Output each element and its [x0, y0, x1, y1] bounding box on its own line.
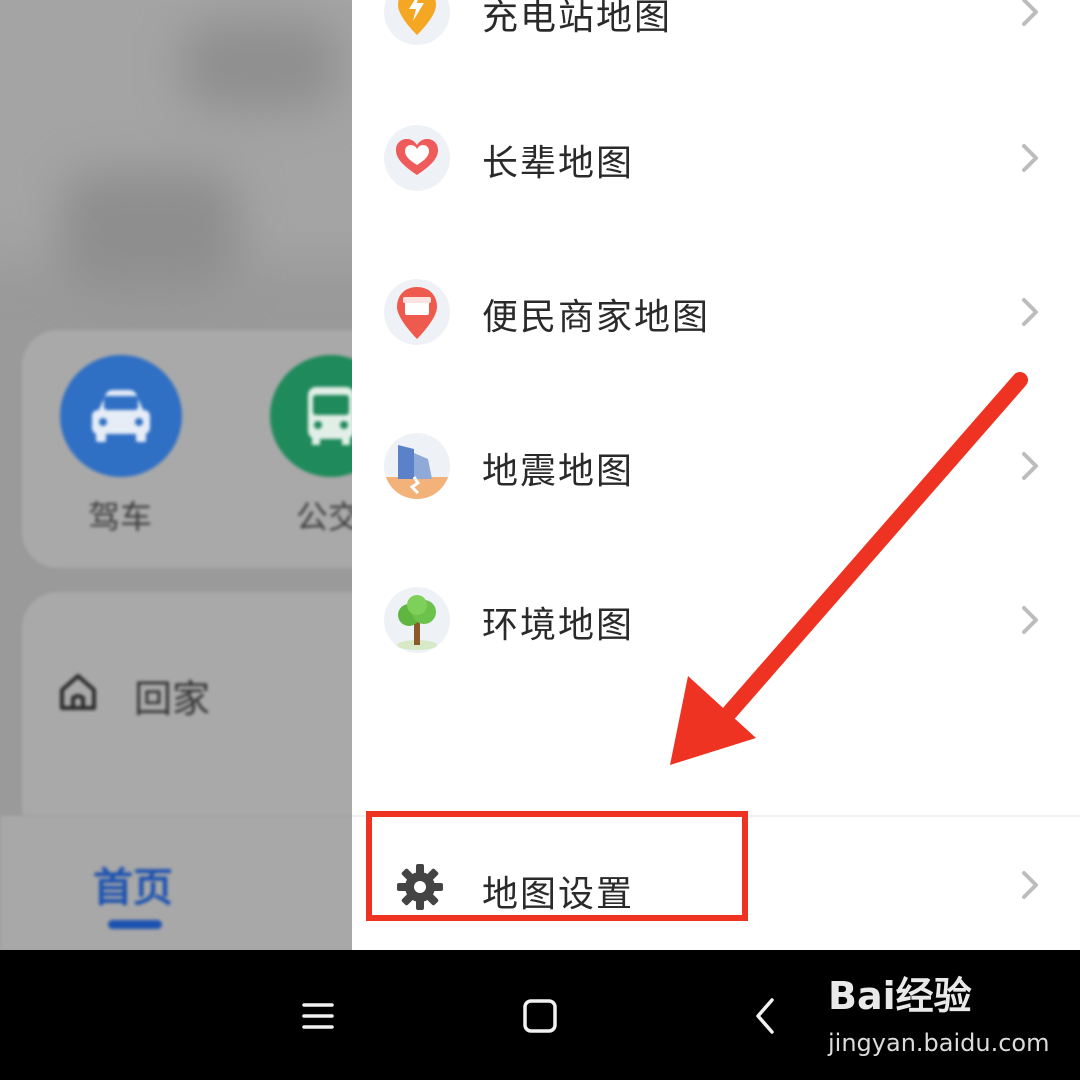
menu-item-environment-map[interactable]: 环境地图 [352, 560, 1080, 680]
menu-item-label: 充电站地图 [482, 0, 673, 38]
home-square-icon[interactable] [516, 992, 564, 1040]
back-icon[interactable] [742, 992, 790, 1040]
shop-pin-icon [384, 279, 450, 345]
menu-icon[interactable] [294, 992, 342, 1040]
menu-item-label: 地震地图 [482, 451, 635, 492]
chevron-right-icon [1022, 298, 1038, 326]
bottom-tab-bar [0, 815, 400, 950]
chevron-right-icon [1022, 0, 1038, 26]
chevron-right-icon [1022, 871, 1038, 899]
menu-item-elder-map[interactable]: 长辈地图 [352, 98, 1080, 218]
bus-label: 公交 [296, 498, 361, 536]
menu-item-label: 便民商家地图 [482, 297, 711, 338]
side-drawer: 充电站地图 长辈地图 便民商家地图 地震地图 环境地图 地图设置 [352, 0, 1080, 950]
menu-item-charging-station-map[interactable]: 充电站地图 [352, 0, 1080, 72]
watermark: Bai经验 jingyan.baidu.com [828, 965, 1050, 1065]
watermark-main: Bai经验 [828, 974, 972, 1018]
earthquake-icon [384, 433, 450, 499]
drive-label: 驾车 [88, 498, 153, 536]
chevron-right-icon [1022, 452, 1038, 480]
menu-item-convenience-shop-map[interactable]: 便民商家地图 [352, 252, 1080, 372]
tab-active-indicator [108, 920, 162, 929]
chevron-right-icon [1022, 144, 1038, 172]
menu-item-earthquake-map[interactable]: 地震地图 [352, 406, 1080, 526]
charging-station-icon [384, 0, 450, 45]
menu-item-label: 长辈地图 [482, 143, 635, 184]
heart-pin-icon [384, 125, 450, 191]
go-home-label[interactable]: 回家 [134, 668, 210, 723]
annotation-highlight-box [366, 811, 748, 921]
drive-button[interactable] [60, 355, 182, 477]
background-blur-shape [180, 20, 340, 110]
home-icon [60, 674, 96, 710]
background-blur-shape [60, 170, 240, 290]
watermark-url: jingyan.baidu.com [828, 1029, 1050, 1057]
menu-item-label: 环境地图 [482, 605, 635, 646]
tab-home[interactable]: 首页 [93, 855, 173, 913]
chevron-right-icon [1022, 606, 1038, 634]
tree-icon [384, 587, 450, 653]
car-icon [92, 390, 150, 442]
